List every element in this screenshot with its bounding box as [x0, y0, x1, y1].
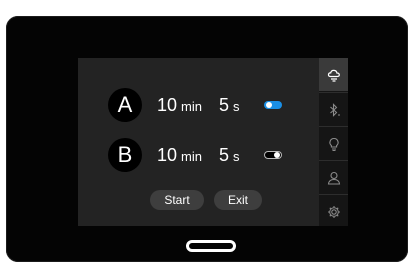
exit-button[interactable]: Exit — [214, 190, 262, 210]
toggle-knob — [274, 152, 280, 158]
timer-a-toggle[interactable] — [264, 101, 282, 109]
sidebar-item-user[interactable] — [319, 160, 348, 194]
timer-a-minutes-unit: min — [181, 99, 202, 114]
sidebar-item-bluetooth[interactable] — [319, 92, 348, 126]
timer-b-seconds-value: 5 — [219, 145, 230, 165]
timer-b-toggle[interactable] — [264, 151, 282, 159]
timer-a-minutes-value: 10 — [157, 95, 178, 115]
sidebar — [319, 58, 348, 226]
sidebar-item-settings[interactable] — [319, 194, 348, 228]
gear-icon — [327, 205, 340, 218]
timer-label-b: B — [108, 138, 142, 172]
timer-panel: A 10 min 5s B 10 min 5s Start Exit — [78, 58, 319, 226]
home-button[interactable] — [186, 240, 236, 252]
user-icon — [327, 171, 340, 185]
sidebar-item-cloud[interactable] — [319, 58, 348, 91]
start-button[interactable]: Start — [150, 190, 204, 210]
timer-b-seconds[interactable]: 5s — [219, 145, 240, 166]
timer-b-minutes[interactable]: 10 min — [157, 145, 202, 166]
timer-row-b: B 10 min 5s — [78, 138, 319, 172]
timer-b-seconds-unit: s — [233, 149, 240, 164]
timer-b-minutes-value: 10 — [157, 145, 178, 165]
toggle-knob — [266, 102, 272, 108]
timer-a-seconds-value: 5 — [219, 95, 230, 115]
timer-a-seconds[interactable]: 5s — [219, 95, 240, 116]
timer-a-seconds-unit: s — [233, 99, 240, 114]
touch-screen: A 10 min 5s B 10 min 5s Start Exit — [78, 58, 348, 226]
timer-row-a: A 10 min 5s — [78, 88, 319, 122]
timer-a-minutes[interactable]: 10 min — [157, 95, 202, 116]
bluetooth-icon — [329, 102, 340, 117]
lightbulb-icon — [328, 137, 339, 151]
device-frame: A 10 min 5s B 10 min 5s Start Exit — [6, 16, 408, 262]
sidebar-item-light[interactable] — [319, 126, 348, 160]
cloud-icon — [327, 69, 340, 82]
timer-b-minutes-unit: min — [181, 149, 202, 164]
timer-label-a: A — [108, 88, 142, 122]
